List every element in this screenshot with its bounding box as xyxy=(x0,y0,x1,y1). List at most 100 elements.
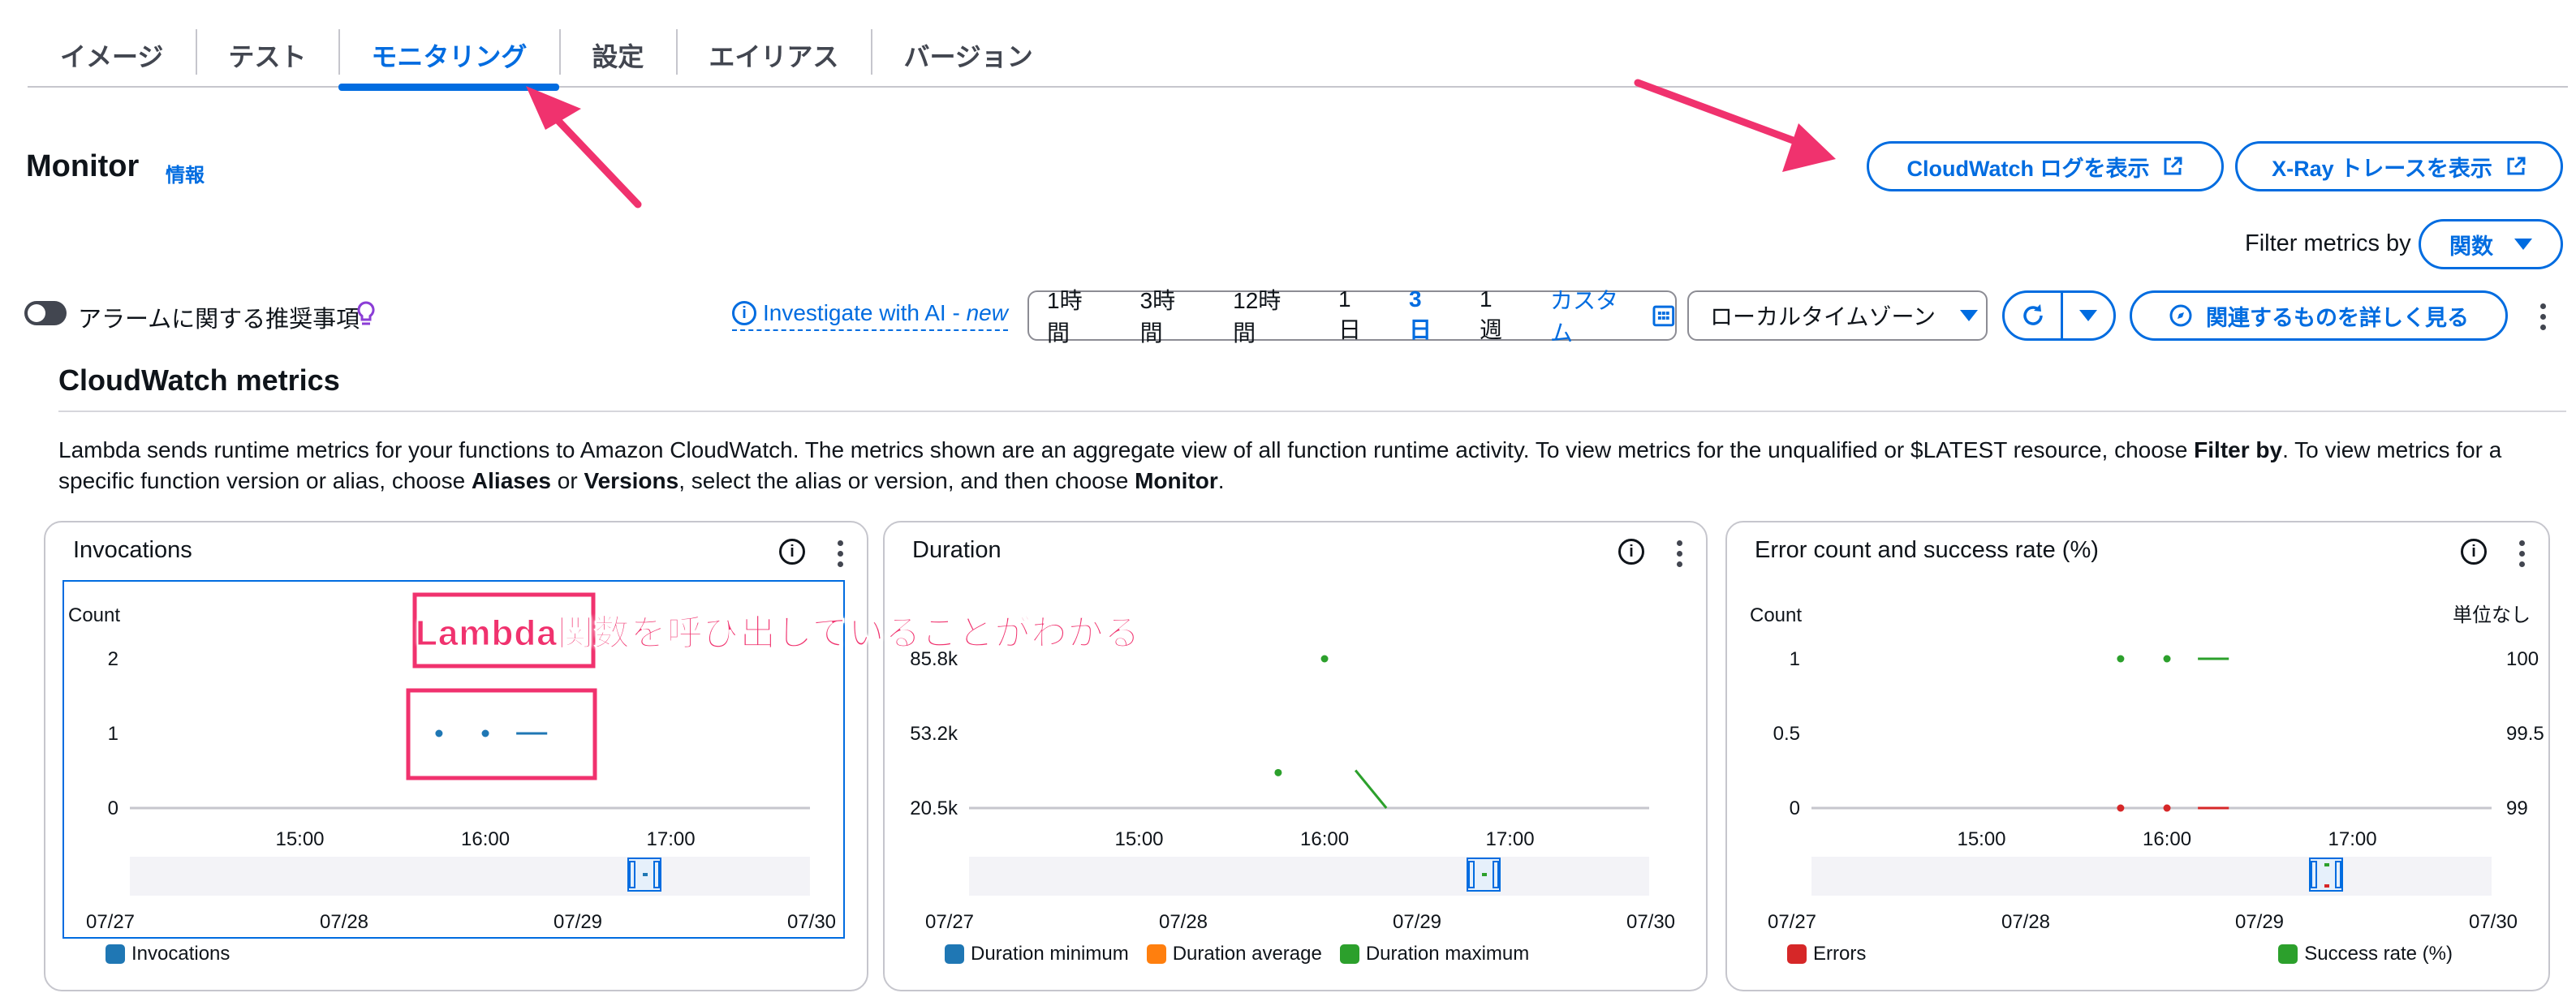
range-1d[interactable]: 1日 xyxy=(1338,286,1373,345)
legend-item[interactable]: Duration minimum xyxy=(945,943,1129,965)
calendar-icon[interactable] xyxy=(1652,304,1675,327)
tab-test[interactable]: テスト xyxy=(196,24,338,86)
x-tick-label: 15:00 xyxy=(275,828,324,850)
cloudwatch-metrics-description: Lambda sends runtime metrics for your fu… xyxy=(58,437,2502,493)
investigate-new-badge: new xyxy=(966,300,1008,325)
legend-label: Duration average xyxy=(1172,943,1322,965)
overview-tick-label: 07/29 xyxy=(2235,911,2284,933)
investigate-label: Investigate with AI - xyxy=(763,300,967,325)
y-axis-label: Count xyxy=(1750,604,1802,626)
more-options-icon[interactable] xyxy=(2540,303,2547,335)
legend-swatch xyxy=(945,944,964,964)
legend-item[interactable]: Duration maximum xyxy=(1339,943,1530,965)
caret-down-icon xyxy=(2514,239,2532,250)
explore-related-button[interactable]: 関連するものを詳しく見る xyxy=(2130,290,2508,341)
alarm-recommendations-label: アラームに関する推奨事項 xyxy=(78,307,360,333)
range-1h[interactable]: 1時間 xyxy=(1047,283,1105,348)
timezone-dropdown[interactable]: ローカルタイムゾーン xyxy=(1687,290,1988,341)
external-link-icon xyxy=(2164,157,2182,175)
info-icon: i xyxy=(732,301,756,325)
range-3d[interactable]: 3日 xyxy=(1409,286,1444,345)
overview-mark xyxy=(2324,884,2329,888)
y-axis-label: Count xyxy=(68,604,120,626)
cloudwatch-metrics-title: CloudWatch metrics xyxy=(58,363,340,397)
data-segment xyxy=(1354,769,1388,809)
refresh-options-dropdown[interactable] xyxy=(2063,310,2113,321)
overview-strip xyxy=(130,857,810,896)
view-xray-traces-label: X-Ray トレースを表示 xyxy=(2272,156,2492,181)
external-link-icon xyxy=(2507,157,2526,175)
y-tick-label: 0 xyxy=(1790,797,1800,819)
data-point xyxy=(2163,655,2171,663)
overview-strip xyxy=(969,857,1649,896)
legend-label: Duration maximum xyxy=(1365,943,1530,965)
data-point xyxy=(2117,804,2125,812)
error-success-widget: Error count and success rate (%) i Count… xyxy=(1725,521,2550,991)
tab-monitoring[interactable]: モニタリング xyxy=(338,24,560,91)
y-tick-label: 0.5 xyxy=(1773,723,1800,745)
x-tick-label: 17:00 xyxy=(2328,828,2377,850)
legend-swatch xyxy=(1146,944,1166,964)
range-12h[interactable]: 12時間 xyxy=(1233,283,1303,348)
range-custom[interactable]: カスタム xyxy=(1550,283,1639,348)
overview-mark xyxy=(1482,873,1487,876)
legend-swatch xyxy=(1339,944,1359,964)
y-tick-label: 2 xyxy=(108,648,118,670)
tab-image[interactable]: イメージ xyxy=(28,24,196,86)
y2-tick-label: 99.5 xyxy=(2506,723,2544,745)
duration-chart: 85.8k53.2k20.5k15:00 16:00 17:0007/27 07/28… xyxy=(910,648,1675,933)
tab-versions[interactable]: バージョン xyxy=(871,24,1065,86)
legend-item[interactable]: Duration average xyxy=(1146,943,1322,965)
overview-tick-label: 07/30 xyxy=(1626,911,1675,933)
y2-axis-label: 単位なし xyxy=(2453,604,2531,626)
page-title: Monitor xyxy=(26,149,140,183)
x-tick-label: 15:00 xyxy=(1957,828,2005,850)
tab-settings[interactable]: 設定 xyxy=(559,24,676,86)
filter-metrics-value: 関数 xyxy=(2449,234,2493,259)
legend-label: Success rate (%) xyxy=(2304,943,2453,965)
investigate-with-ai-link[interactable]: i Investigate with AI - new xyxy=(732,300,1008,331)
y2-tick-label: 99 xyxy=(2506,797,2528,819)
tab-bar: イメージ テスト モニタリング 設定 エイリアス バージョン xyxy=(28,24,2568,91)
chart-legend: Duration minimum Duration average Durati… xyxy=(945,943,1529,965)
annotation-box xyxy=(406,688,597,780)
overview-tick-label: 07/28 xyxy=(2001,911,2050,933)
view-cloudwatch-logs-button[interactable]: CloudWatch ログを表示 xyxy=(1867,141,2224,191)
x-tick-label: 15:00 xyxy=(1114,828,1163,850)
overview-tick-label: 07/27 xyxy=(86,911,135,933)
x-tick-label: 16:00 xyxy=(1300,828,1349,850)
overview-tick-label: 07/30 xyxy=(2469,911,2518,933)
overview-tick-label: 07/27 xyxy=(1768,911,1816,933)
error-success-chart: Count 単位なし 1 0.5 0 100 99.5 99 15:00 16:00 17:00 07… xyxy=(1750,604,2544,933)
legend-label: Errors xyxy=(1813,943,1867,965)
legend-item[interactable]: Invocations xyxy=(106,943,230,965)
filter-metrics-label: Filter metrics by xyxy=(2245,230,2411,256)
alarm-recommendations-toggle[interactable] xyxy=(24,301,67,325)
overview-tick-label: 07/30 xyxy=(787,911,836,933)
y-tick-label: 20.5k xyxy=(910,797,958,819)
legend-item[interactable]: Errors xyxy=(1787,943,1866,965)
tab-aliases[interactable]: エイリアス xyxy=(676,24,871,86)
legend-item[interactable]: Success rate (%) xyxy=(2278,943,2453,965)
refresh-icon xyxy=(2022,304,2043,325)
info-link[interactable]: 情報 xyxy=(166,159,205,187)
overview-mark xyxy=(2324,863,2329,866)
chart-legend: Errors Success rate (%) xyxy=(1787,943,2453,965)
refresh-button[interactable] xyxy=(2005,293,2063,338)
caret-down-icon xyxy=(1960,310,1979,321)
y-tick-label: 53.2k xyxy=(910,723,958,745)
range-3h[interactable]: 3時間 xyxy=(1140,283,1198,348)
y2-tick-label: 100 xyxy=(2506,648,2539,670)
timezone-value: ローカルタイムゾーン xyxy=(1710,304,1936,329)
time-range-selector: 1時間 3時間 12時間 1日 3日 1週 カスタム xyxy=(1027,286,1677,346)
legend-swatch xyxy=(2278,944,2298,964)
filter-metrics-dropdown[interactable]: 関数 xyxy=(2419,219,2563,269)
overview-tick-label: 07/27 xyxy=(925,911,974,933)
overview-tick-label: 07/29 xyxy=(554,911,602,933)
range-1w[interactable]: 1週 xyxy=(1480,286,1514,345)
view-xray-traces-button[interactable]: X-Ray トレースを表示 xyxy=(2235,141,2563,191)
legend-label: Invocations xyxy=(131,943,230,965)
overview-mark xyxy=(643,873,648,876)
y-tick-label: 1 xyxy=(108,723,118,745)
refresh-button-group xyxy=(2002,290,2116,341)
